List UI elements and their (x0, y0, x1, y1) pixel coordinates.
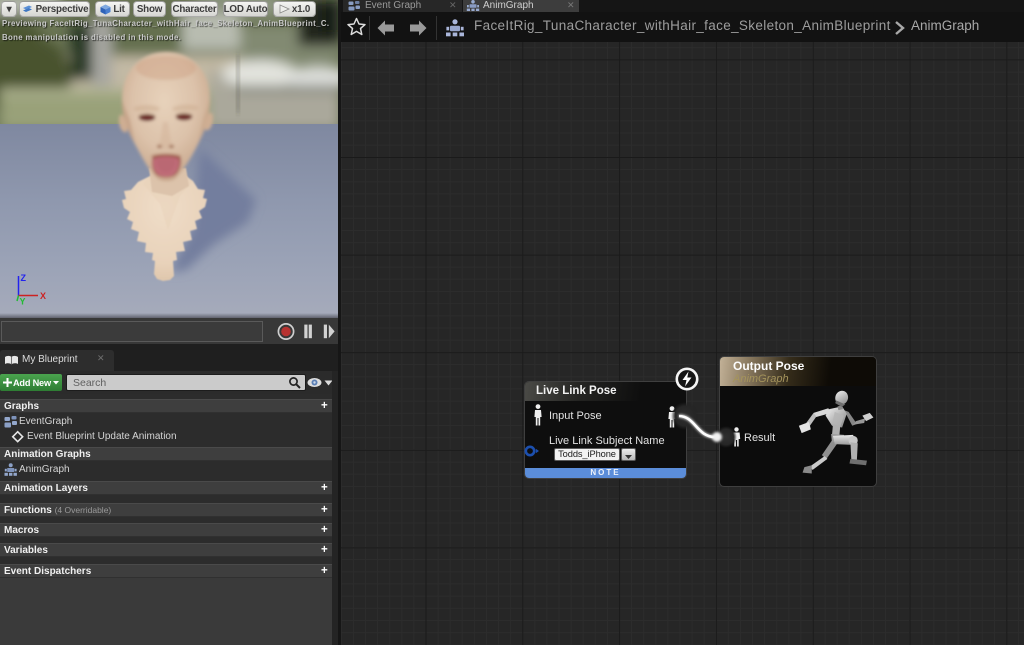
svg-text:Y: Y (20, 297, 26, 307)
svg-text:X: X (40, 291, 46, 301)
svg-text:Z: Z (21, 273, 27, 283)
